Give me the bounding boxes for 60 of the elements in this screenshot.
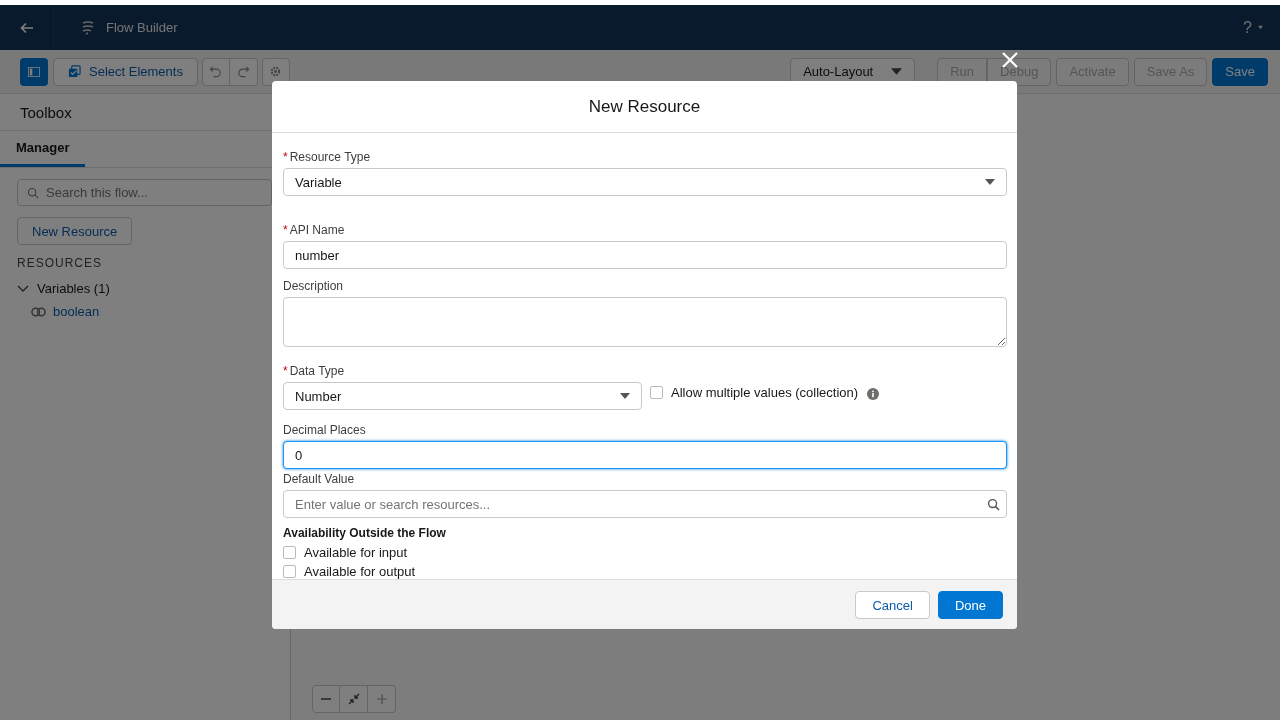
checkbox-label: Available for input <box>304 545 408 560</box>
required-mark: * <box>283 223 288 237</box>
app-title: Flow Builder <box>106 20 178 35</box>
info-icon[interactable] <box>867 388 880 400</box>
field-label: Decimal Places <box>283 423 366 437</box>
default-value-field[interactable]: Enter value or search resources... <box>283 490 1007 518</box>
search-icon <box>27 187 39 199</box>
panel-icon <box>28 66 40 77</box>
field-label: Resource Type <box>289 150 371 164</box>
api-name-field[interactable]: number <box>283 241 1007 269</box>
plus-icon <box>375 693 388 705</box>
modal-title: New Resource <box>588 96 701 117</box>
section-heading: RESOURCES <box>17 256 103 270</box>
field-label: API Name <box>289 223 345 237</box>
field-label: Description <box>283 279 344 293</box>
section-title: Availability Outside the Flow <box>283 526 447 540</box>
chevron-icon[interactable] <box>17 284 29 293</box>
checkbox[interactable] <box>283 565 296 578</box>
checkbox[interactable] <box>283 546 296 559</box>
checkbox-label: Available for output <box>304 564 416 579</box>
required-mark: * <box>283 364 288 378</box>
checkbox[interactable] <box>650 385 663 399</box>
checkbox-icon <box>68 65 81 78</box>
close-icon[interactable] <box>1002 52 1018 68</box>
undo-button[interactable] <box>201 57 230 86</box>
search-icon[interactable] <box>987 498 1000 511</box>
zoom-in-button[interactable] <box>368 685 396 713</box>
cancel-button[interactable]: Cancel <box>855 591 930 619</box>
caret-icon <box>620 393 630 399</box>
search-field[interactable]: Search this flow... <box>17 179 272 206</box>
caret-icon[interactable] <box>1257 24 1264 31</box>
undo-icon <box>209 65 223 78</box>
decimal-places-field[interactable]: 0 <box>283 441 1007 469</box>
wave-icon <box>80 19 96 36</box>
zoom-out-button[interactable] <box>312 685 340 713</box>
caret-icon <box>891 68 903 75</box>
rings-icon <box>31 306 46 317</box>
settings-button[interactable] <box>261 57 290 86</box>
tree-node[interactable]: Variables (1) <box>17 281 110 296</box>
select-elements-button[interactable]: Select Elements <box>53 57 198 86</box>
field-label: Default Value <box>283 472 355 486</box>
help-menu[interactable]: ? <box>1243 18 1252 37</box>
data-type-select[interactable]: Number <box>283 382 642 410</box>
save-button[interactable]: Save <box>1212 57 1268 86</box>
panel-toggle-button[interactable] <box>20 57 48 86</box>
resource-item[interactable]: boolean <box>31 304 100 319</box>
collapse-arrows-icon <box>347 693 360 705</box>
field-label: Data Type <box>289 364 345 378</box>
caret-icon <box>985 179 995 185</box>
redo-icon <box>236 65 250 78</box>
new-resource-button[interactable]: New Resource <box>17 217 133 245</box>
manager-tab[interactable]: Manager <box>0 131 86 167</box>
required-mark: * <box>283 150 288 164</box>
panel-title: Toolbox <box>20 103 72 121</box>
settings-icon <box>269 65 283 78</box>
done-button[interactable]: Done <box>937 591 1003 619</box>
checkbox-label: Allow multiple values (collection) <box>671 384 859 400</box>
resource-type-select[interactable]: Variable <box>283 168 1007 196</box>
description-field[interactable] <box>283 297 1007 347</box>
fit-view-button[interactable] <box>340 685 368 713</box>
